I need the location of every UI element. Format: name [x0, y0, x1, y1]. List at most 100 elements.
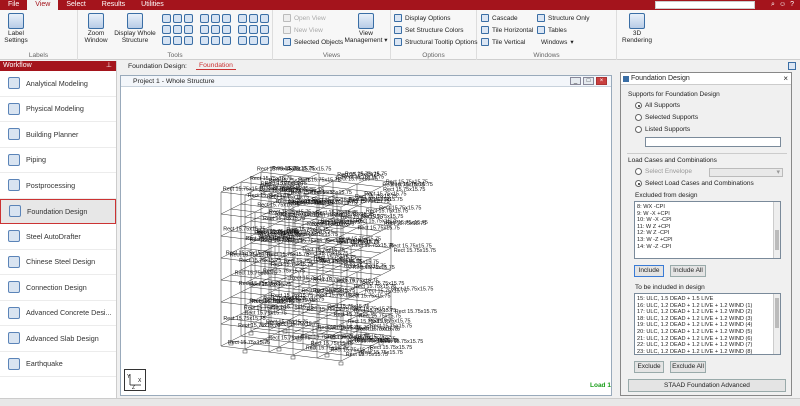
- open-view-button[interactable]: Open View: [283, 14, 326, 22]
- included-list[interactable]: 15: ULC, 1.5 DEAD + 1.5 LIVE 16: ULC, 1.2…: [634, 293, 781, 355]
- structure-member[interactable]: [220, 345, 246, 350]
- menu-tab-utilities[interactable]: Utilities: [133, 0, 172, 10]
- windows-dropdown[interactable]: Windows ▾: [541, 38, 574, 47]
- flip-h-icon[interactable]: [249, 25, 258, 34]
- structure-member[interactable]: [370, 252, 382, 259]
- search-icon[interactable]: ⌕: [771, 0, 775, 10]
- structure-member[interactable]: [240, 291, 266, 296]
- user-icon[interactable]: ☺: [779, 0, 786, 10]
- structure-member[interactable]: [284, 328, 310, 333]
- right-view-icon[interactable]: [200, 25, 209, 34]
- look-up-icon[interactable]: [238, 36, 247, 45]
- orbit-icon[interactable]: [184, 36, 193, 45]
- structure-member[interactable]: [220, 296, 232, 303]
- workflow-item[interactable]: Physical Modeling: [0, 97, 116, 122]
- selected-objects-button[interactable]: Selected Objects: [283, 38, 343, 46]
- workflow-item[interactable]: Foundation Design: [0, 198, 116, 224]
- cascade-button[interactable]: Cascade: [481, 14, 518, 22]
- structure-member[interactable]: [220, 301, 246, 306]
- structure-member[interactable]: [244, 348, 270, 353]
- zoom-prev-icon[interactable]: [173, 25, 182, 34]
- structure-member[interactable]: [230, 208, 256, 213]
- panel-toggle-icon[interactable]: [788, 62, 796, 70]
- list-item[interactable]: 15: ULC, 1.5 DEAD + 1.5 LIVE: [635, 296, 780, 303]
- structure-member[interactable]: [322, 312, 334, 319]
- excluded-scrollbar[interactable]: [773, 202, 780, 258]
- top-view-icon[interactable]: [211, 25, 220, 34]
- structure-member[interactable]: [244, 211, 256, 218]
- workflow-item[interactable]: Advanced Concrete Desi...: [0, 301, 116, 326]
- display-whole-structure-button[interactable]: Display Whole Structure: [112, 13, 158, 44]
- search-input[interactable]: [655, 1, 755, 9]
- spin-icon[interactable]: [173, 36, 182, 45]
- structure-member[interactable]: [278, 341, 290, 348]
- structure-member[interactable]: [346, 183, 358, 190]
- exclude-button[interactable]: Exclude: [634, 361, 664, 373]
- minimize-icon[interactable]: _: [570, 77, 581, 85]
- structure-member[interactable]: [356, 249, 382, 254]
- structure-member[interactable]: [322, 317, 348, 322]
- structure-member[interactable]: [250, 215, 262, 222]
- menu-tab-select[interactable]: Select: [58, 0, 93, 10]
- list-item[interactable]: 20: ULC, 1.2 DEAD + 1.2 LIVE + 1.2 WIND …: [635, 329, 780, 336]
- workflow-item[interactable]: Advanced Slab Design: [0, 326, 116, 352]
- structure-member[interactable]: [346, 227, 358, 234]
- rotate-icon[interactable]: [162, 36, 171, 45]
- structure-member[interactable]: [240, 335, 266, 340]
- tab-foundation-design[interactable]: Foundation Design:: [125, 63, 190, 70]
- listed-supports-radio[interactable]: Listed Supports: [635, 126, 690, 133]
- rotate-cw-icon[interactable]: [260, 14, 269, 23]
- structure-member[interactable]: [356, 271, 382, 276]
- 3d-rendering-button[interactable]: 3D Rendering: [621, 13, 653, 44]
- include-all-button[interactable]: Include All: [670, 265, 706, 277]
- structure-member[interactable]: [220, 213, 246, 218]
- staad-foundation-advanced-button[interactable]: STAAD Foundation Advanced: [628, 379, 786, 392]
- structure-member[interactable]: [240, 242, 252, 249]
- menu-tab-view[interactable]: View: [27, 0, 59, 10]
- display-options-button[interactable]: Display Options: [394, 14, 451, 22]
- workflow-item[interactable]: Analytical Modeling: [0, 71, 116, 97]
- structure-member[interactable]: [220, 191, 246, 196]
- list-item[interactable]: 9: W -X +CPI: [635, 211, 780, 218]
- pan-icon[interactable]: [162, 25, 171, 34]
- structure-member[interactable]: [274, 245, 300, 250]
- label-settings-button[interactable]: Label Settings: [2, 13, 30, 44]
- flip-v-icon[interactable]: [260, 25, 269, 34]
- zoom-extents-icon[interactable]: [184, 25, 193, 34]
- support-symbol[interactable]: [276, 347, 282, 352]
- structure-member[interactable]: [292, 354, 318, 359]
- structural-tooltip-options-button[interactable]: Structural Tooltip Options: [394, 38, 478, 46]
- structure-member[interactable]: [230, 291, 242, 298]
- zoom-out-icon[interactable]: [173, 14, 182, 23]
- workflow-item[interactable]: Chinese Steel Design: [0, 250, 116, 275]
- workflow-item[interactable]: Steel AutoDrafter: [0, 224, 116, 250]
- selected-supports-radio[interactable]: Selected Supports: [635, 114, 698, 121]
- structure-member[interactable]: [356, 183, 382, 188]
- view-management-button[interactable]: View Management ▾: [343, 13, 389, 44]
- back-view-icon[interactable]: [211, 14, 220, 23]
- structure-member[interactable]: [370, 230, 382, 237]
- workflow-item[interactable]: Building Planner: [0, 122, 116, 148]
- structure-member[interactable]: [298, 314, 324, 319]
- structure-member[interactable]: [316, 269, 342, 274]
- include-button[interactable]: Include: [634, 265, 664, 277]
- tile-vertical-button[interactable]: Tile Vertical: [481, 38, 525, 46]
- tile-horizontal-button[interactable]: Tile Horizontal: [481, 26, 533, 34]
- included-scrollbar[interactable]: [773, 294, 780, 354]
- all-supports-radio[interactable]: All Supports: [635, 102, 680, 109]
- rotate-ccw-icon[interactable]: [238, 25, 247, 34]
- select-envelope-radio[interactable]: Select Envelope: [635, 168, 692, 175]
- rotate-up-icon[interactable]: [211, 36, 220, 45]
- select-load-cases-radio[interactable]: Select Load Cases and Combinations: [635, 180, 754, 187]
- zoom-dynamic-icon[interactable]: [184, 14, 193, 23]
- structure-member[interactable]: [250, 330, 276, 335]
- reset-view-icon[interactable]: [260, 36, 269, 45]
- list-item[interactable]: 8: WX -CPI: [635, 204, 780, 211]
- exclude-all-button[interactable]: Exclude All: [670, 361, 706, 373]
- list-item[interactable]: 19: ULC, 1.2 DEAD + 1.2 LIVE + 1.2 WIND …: [635, 322, 780, 329]
- structure-member[interactable]: [316, 357, 342, 362]
- tables-button[interactable]: Tables: [537, 26, 567, 34]
- zoom-in-icon[interactable]: [162, 14, 171, 23]
- structure-member[interactable]: [322, 268, 334, 275]
- structure-model[interactable]: Rect 15.75x15.75Rect 15.75x15.75Rect 15.…: [121, 87, 611, 395]
